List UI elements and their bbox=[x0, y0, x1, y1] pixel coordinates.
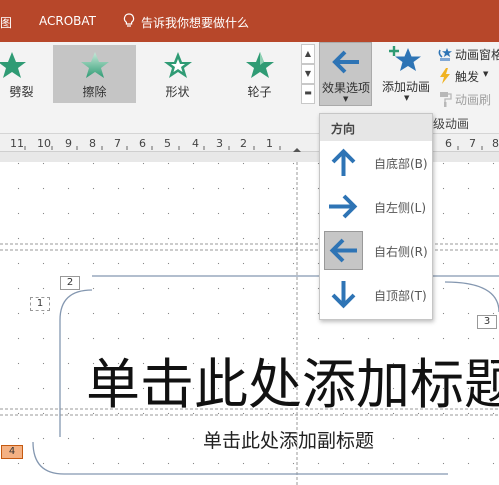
tab-acrobat[interactable]: ACROBAT bbox=[39, 14, 96, 28]
lightbulb-icon bbox=[123, 13, 135, 33]
gallery-item-split[interactable]: 劈裂 bbox=[0, 45, 53, 103]
subtitle-placeholder[interactable]: 单击此处添加副标题 bbox=[203, 426, 374, 453]
option-label: 自顶部(T) bbox=[374, 289, 427, 303]
animation-tag-selected[interactable]: 4 bbox=[1, 445, 23, 459]
chevron-down-icon: ▼ bbox=[404, 94, 410, 102]
tell-me-search[interactable]: 告诉我你想要做什么 bbox=[141, 14, 249, 31]
animation-pane-label: 动画窗格 bbox=[455, 48, 499, 62]
add-animation-button[interactable]: 添加动画 ▼ bbox=[380, 42, 433, 106]
direction-header: 方向 bbox=[320, 114, 432, 141]
tab-animations-partial[interactable]: 图 bbox=[0, 14, 12, 31]
add-animation-label: 添加动画 bbox=[382, 80, 431, 94]
animation-tag[interactable]: 3 bbox=[477, 315, 497, 329]
arrow-left-icon bbox=[332, 50, 359, 74]
animation-pane-icon bbox=[438, 48, 452, 61]
chevron-down-icon: ▼ bbox=[483, 70, 489, 78]
animation-painter-label: 动画刷 bbox=[455, 93, 492, 107]
gallery-item-wheel[interactable]: 轮子 bbox=[218, 45, 301, 103]
star-icon bbox=[80, 52, 109, 78]
option-label: 自左侧(L) bbox=[374, 201, 427, 215]
gallery-item-shape[interactable]: 形状 bbox=[136, 45, 219, 103]
direction-option-from-left[interactable]: 自左侧(L) bbox=[320, 185, 432, 229]
arrow-right-icon bbox=[324, 187, 363, 226]
arrow-down-icon bbox=[324, 275, 363, 314]
lightning-icon bbox=[440, 68, 450, 84]
gallery-scroll-up[interactable]: ▲ bbox=[301, 44, 315, 64]
star-icon bbox=[0, 52, 26, 78]
effect-options-button[interactable]: 效果选项 ▼ bbox=[319, 42, 372, 106]
title-placeholder[interactable]: 单击此处添加标题 bbox=[86, 340, 499, 419]
star-icon bbox=[163, 52, 192, 78]
arrow-left-icon bbox=[324, 231, 363, 270]
gallery-item-label: 劈裂 bbox=[9, 85, 34, 99]
add-star-icon bbox=[389, 46, 421, 71]
direction-option-from-right[interactable]: 自右侧(R) bbox=[320, 229, 432, 273]
direction-option-from-top[interactable]: 自顶部(T) bbox=[320, 273, 432, 317]
animation-tag[interactable]: 2 bbox=[60, 276, 80, 290]
gallery-item-label: 形状 bbox=[165, 85, 190, 99]
gallery-item-label: 轮子 bbox=[247, 85, 272, 99]
advanced-animation-group-label: 级动画 bbox=[433, 117, 470, 131]
option-label: 自底部(B) bbox=[374, 157, 428, 171]
gallery-more-button[interactable]: ▬ bbox=[301, 84, 315, 104]
effect-options-dropdown: 方向 自底部(B) 自左侧(L) 自右侧(R) 自顶部(T) bbox=[319, 113, 433, 320]
chevron-down-icon: ▼ bbox=[343, 95, 349, 103]
arrow-up-icon bbox=[324, 143, 363, 182]
gallery-item-label: 擦除 bbox=[82, 85, 107, 99]
star-icon bbox=[245, 52, 274, 78]
animation-tag[interactable]: 1 bbox=[30, 297, 50, 311]
title-bar: 图 ACROBAT 告诉我你想要做什么 bbox=[0, 0, 499, 42]
gallery-item-wipe[interactable]: 擦除 bbox=[53, 45, 136, 103]
direction-option-from-bottom[interactable]: 自底部(B) bbox=[320, 141, 432, 185]
option-label: 自右侧(R) bbox=[374, 245, 428, 259]
gallery-scroll-down[interactable]: ▼ bbox=[301, 64, 315, 84]
trigger-label: 触发 bbox=[455, 70, 480, 84]
effect-options-label: 效果选项 bbox=[322, 81, 371, 95]
paintbrush-icon bbox=[440, 92, 452, 107]
